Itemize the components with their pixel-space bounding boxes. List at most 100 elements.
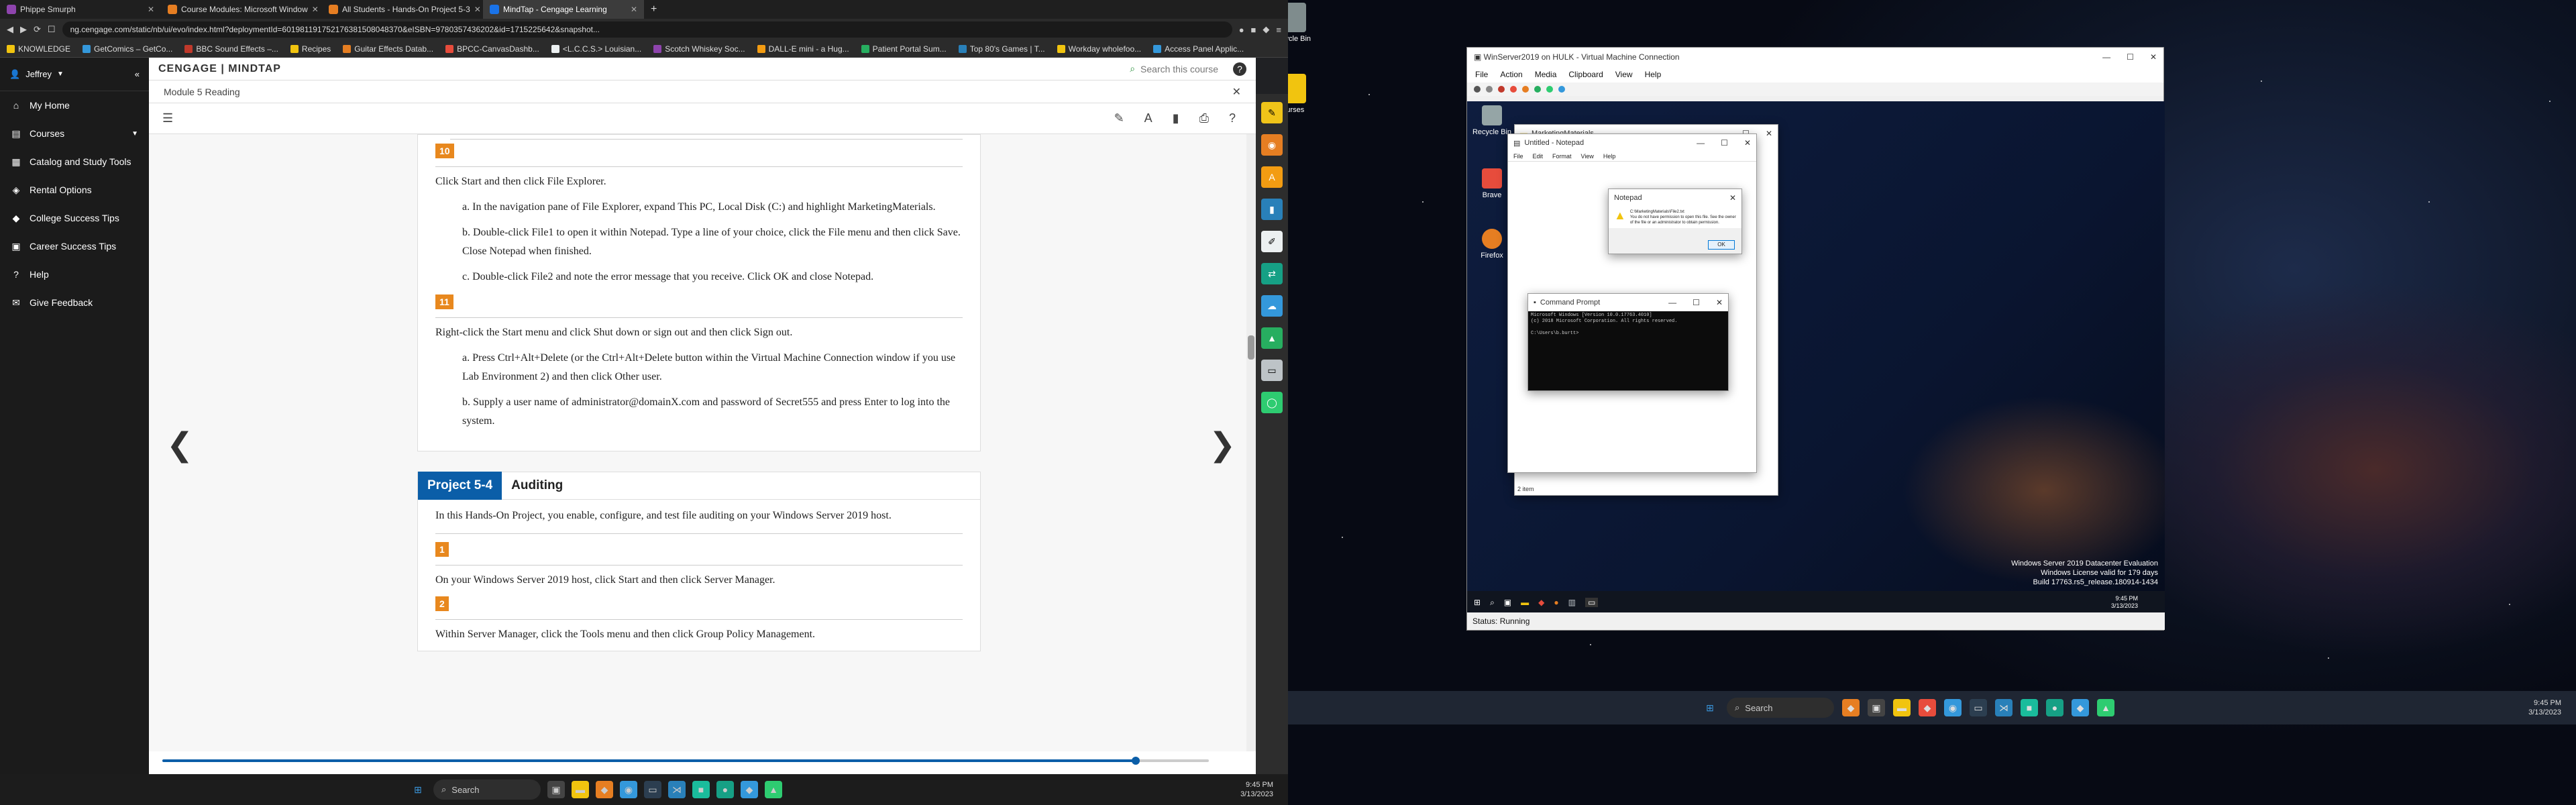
- browser-tab-active[interactable]: MindTap - Cengage Learning ✕: [483, 0, 644, 19]
- back-icon[interactable]: ◀: [7, 24, 13, 35]
- windows-start-icon[interactable]: ⊞: [1474, 598, 1481, 607]
- prev-page-arrow-icon[interactable]: ❮: [166, 426, 193, 464]
- app-icon[interactable]: ■: [692, 781, 710, 798]
- bookmark-item[interactable]: Top 80's Games | T...: [958, 44, 1045, 54]
- bookmark-item[interactable]: DALL-E mini - a Hug...: [757, 44, 849, 54]
- reading-progress[interactable]: [162, 757, 1209, 765]
- menu-file[interactable]: File: [1513, 153, 1523, 160]
- shutdown-icon[interactable]: [1510, 86, 1517, 93]
- minimize-icon[interactable]: —: [2102, 52, 2110, 62]
- search-icon[interactable]: ⌕: [1490, 598, 1495, 608]
- app-icon[interactable]: ●: [2046, 699, 2063, 716]
- sidebar-item-rental[interactable]: ◈ Rental Options: [0, 176, 149, 204]
- firefox-icon[interactable]: ●: [1554, 598, 1558, 607]
- bookmark-item[interactable]: BBC Sound Effects –...: [184, 44, 278, 54]
- app-icon[interactable]: ◆: [2072, 699, 2089, 716]
- close-icon[interactable]: ✕: [1744, 138, 1751, 148]
- book-icon[interactable]: ▮: [1261, 199, 1283, 220]
- cloud-icon[interactable]: ☁: [1261, 295, 1283, 317]
- menu-format[interactable]: Format: [1552, 153, 1572, 160]
- vm-desktop-icon[interactable]: Recycle Bin: [1468, 105, 1515, 136]
- taskbar-search[interactable]: ⌕ Search: [433, 780, 541, 800]
- forward-icon[interactable]: ▶: [20, 24, 27, 35]
- sidebar-item-my-home[interactable]: ⌂ My Home: [0, 91, 149, 119]
- bookmark-item[interactable]: Recipes: [290, 44, 331, 54]
- cmd-icon[interactable]: ▭: [1585, 598, 1599, 607]
- maximize-icon[interactable]: ☐: [2127, 52, 2134, 62]
- dialog-ok-button[interactable]: OK: [1708, 240, 1735, 250]
- app-icon[interactable]: ◆: [741, 781, 758, 798]
- help-icon[interactable]: ?: [1233, 62, 1246, 76]
- menu-file[interactable]: File: [1475, 70, 1488, 79]
- menu-view[interactable]: View: [1581, 153, 1594, 160]
- close-icon[interactable]: ✕: [312, 5, 319, 14]
- close-icon[interactable]: ✕: [1766, 129, 1772, 138]
- bookmark-icon[interactable]: ☐: [48, 24, 56, 35]
- menu-help[interactable]: Help: [1645, 70, 1662, 79]
- taskbar-clock[interactable]: 9:45 PM 3/13/2023: [1240, 780, 1273, 799]
- app-icon[interactable]: ◆: [1842, 699, 1860, 716]
- windows-start-icon[interactable]: ⊞: [1701, 699, 1719, 716]
- menu-help[interactable]: Help: [1603, 153, 1616, 160]
- share-icon[interactable]: ⇄: [1261, 263, 1283, 284]
- bookmark-item[interactable]: <L.C.C.S.> Louisian...: [551, 44, 641, 54]
- dictionary-icon[interactable]: A: [1261, 166, 1283, 188]
- text-size-icon[interactable]: A: [1144, 111, 1152, 125]
- drive-icon[interactable]: ▲: [1261, 327, 1283, 349]
- app-icon[interactable]: ◉: [620, 781, 637, 798]
- brave-icon[interactable]: ◆: [1538, 598, 1544, 607]
- stop-icon[interactable]: [1498, 86, 1505, 93]
- folder-icon[interactable]: ▬: [1521, 598, 1529, 607]
- sidebar-item-career-tips[interactable]: ▣ Career Success Tips: [0, 232, 149, 260]
- sidebar-item-help[interactable]: ? Help: [0, 260, 149, 288]
- collapse-icon[interactable]: «: [135, 69, 140, 79]
- ctrl-alt-del-icon[interactable]: [1474, 86, 1481, 93]
- extension-icon[interactable]: ●: [1239, 25, 1244, 35]
- maximize-icon[interactable]: ☐: [1693, 298, 1700, 307]
- task-view-icon[interactable]: ▣: [1504, 598, 1511, 607]
- maximize-icon[interactable]: ☐: [1721, 138, 1728, 148]
- close-icon[interactable]: ✕: [1232, 85, 1241, 99]
- user-menu[interactable]: 👤 Jeffrey ▼ «: [0, 58, 149, 91]
- bookmark-item[interactable]: Guitar Effects Datab...: [343, 44, 433, 54]
- vscode-icon[interactable]: ⋊: [1995, 699, 2012, 716]
- browser-tab[interactable]: All Students - Hands-On Project 5-3 ✕: [322, 0, 483, 19]
- task-view-icon[interactable]: ▣: [1868, 699, 1885, 716]
- taskbar-search[interactable]: ⌕ Search: [1727, 698, 1834, 718]
- app-icon[interactable]: ●: [716, 781, 734, 798]
- app-icon[interactable]: ■: [2021, 699, 2038, 716]
- bookmark-item[interactable]: BPCC-CanvasDashb...: [445, 44, 539, 54]
- menu-media[interactable]: Media: [1535, 70, 1557, 79]
- progress-knob[interactable]: [1131, 757, 1140, 765]
- server-manager-icon[interactable]: ▥: [1568, 598, 1576, 607]
- bookmark-item[interactable]: Workday wholefoo...: [1057, 44, 1141, 54]
- scroll-thumb[interactable]: [1248, 335, 1254, 360]
- reader-scrollbar[interactable]: [1246, 134, 1256, 751]
- vscode-icon[interactable]: ⋊: [668, 781, 686, 798]
- close-icon[interactable]: ✕: [1729, 193, 1736, 203]
- brave-icon[interactable]: ◆: [1919, 699, 1936, 716]
- cmd-output[interactable]: Microsoft Windows [Version 10.0.17763.40…: [1528, 311, 1728, 338]
- refresh-icon[interactable]: ◯: [1261, 392, 1283, 413]
- desktop-recycle-bin[interactable]: Recycle Bin: [1288, 3, 1315, 43]
- menu-clipboard[interactable]: Clipboard: [1568, 70, 1603, 79]
- bookmark-item[interactable]: Access Panel Applic...: [1153, 44, 1244, 54]
- sidebar-item-courses[interactable]: ▤ Courses ▼: [0, 119, 149, 148]
- course-search[interactable]: ⌕ Search this course: [1130, 63, 1218, 74]
- taskbar-clock[interactable]: 9:45 PM 3/13/2023: [2528, 698, 2561, 717]
- vm-clock[interactable]: 9:45 PM 3/13/2023: [2111, 595, 2138, 610]
- bookmark-item[interactable]: Patient Portal Sum...: [861, 44, 947, 54]
- bookmark-item[interactable]: KNOWLEDGE: [7, 44, 70, 54]
- terminal-icon[interactable]: ▭: [644, 781, 661, 798]
- close-icon[interactable]: ✕: [2150, 52, 2157, 62]
- help-icon[interactable]: ?: [1229, 111, 1236, 125]
- next-page-arrow-icon[interactable]: ❯: [1209, 426, 1236, 464]
- menu-edit[interactable]: Edit: [1533, 153, 1544, 160]
- bookmark-item[interactable]: GetComics – GetCo...: [83, 44, 172, 54]
- folder-icon[interactable]: ▬: [1893, 699, 1911, 716]
- print-icon[interactable]: ⎙: [1199, 111, 1209, 125]
- document-icon[interactable]: ▭: [1261, 360, 1283, 381]
- url-field[interactable]: ng.cengage.com/static/nb/ui/evo/index.ht…: [62, 21, 1232, 38]
- extension-icon[interactable]: ■: [1251, 25, 1256, 35]
- minimize-icon[interactable]: —: [1668, 298, 1676, 307]
